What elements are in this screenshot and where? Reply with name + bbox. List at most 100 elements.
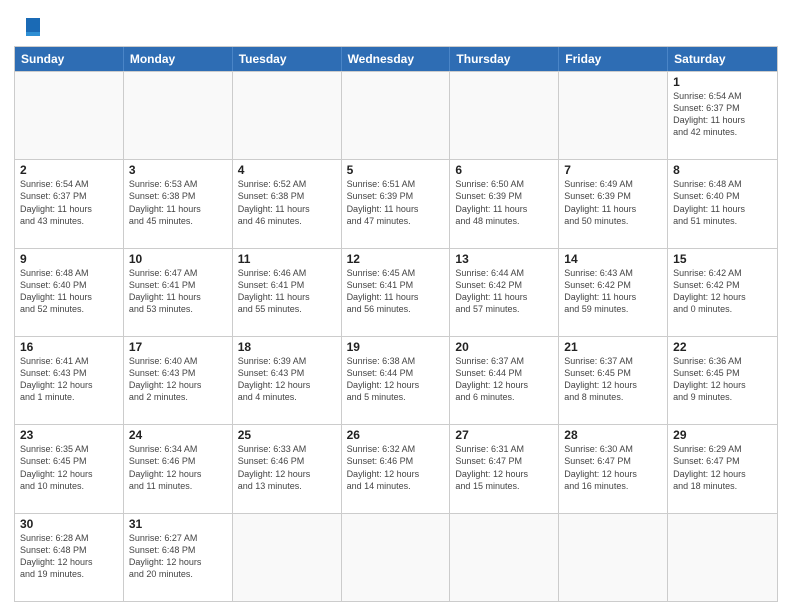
day-info: Sunrise: 6:32 AM Sunset: 6:46 PM Dayligh… <box>347 443 445 492</box>
day-number: 18 <box>238 340 336 354</box>
calendar-cell-w4-d1: 16Sunrise: 6:41 AM Sunset: 6:43 PM Dayli… <box>15 337 124 424</box>
day-number: 11 <box>238 252 336 266</box>
calendar-header: Sunday Monday Tuesday Wednesday Thursday… <box>15 47 777 71</box>
calendar-cell-w6-d1: 30Sunrise: 6:28 AM Sunset: 6:48 PM Dayli… <box>15 514 124 601</box>
calendar-cell-w4-d4: 19Sunrise: 6:38 AM Sunset: 6:44 PM Dayli… <box>342 337 451 424</box>
calendar-cell-w4-d2: 17Sunrise: 6:40 AM Sunset: 6:43 PM Dayli… <box>124 337 233 424</box>
day-number: 2 <box>20 163 118 177</box>
calendar-week-3: 9Sunrise: 6:48 AM Sunset: 6:40 PM Daylig… <box>15 248 777 336</box>
day-number: 22 <box>673 340 772 354</box>
calendar-cell-w4-d7: 22Sunrise: 6:36 AM Sunset: 6:45 PM Dayli… <box>668 337 777 424</box>
calendar-cell-w5-d3: 25Sunrise: 6:33 AM Sunset: 6:46 PM Dayli… <box>233 425 342 512</box>
day-info: Sunrise: 6:54 AM Sunset: 6:37 PM Dayligh… <box>673 90 772 139</box>
day-info: Sunrise: 6:34 AM Sunset: 6:46 PM Dayligh… <box>129 443 227 492</box>
calendar-cell-w2-d5: 6Sunrise: 6:50 AM Sunset: 6:39 PM Daylig… <box>450 160 559 247</box>
day-number: 15 <box>673 252 772 266</box>
calendar-cell-w1-d5 <box>450 72 559 159</box>
day-number: 4 <box>238 163 336 177</box>
day-number: 8 <box>673 163 772 177</box>
day-info: Sunrise: 6:43 AM Sunset: 6:42 PM Dayligh… <box>564 267 662 316</box>
calendar-week-4: 16Sunrise: 6:41 AM Sunset: 6:43 PM Dayli… <box>15 336 777 424</box>
header-wednesday: Wednesday <box>342 47 451 71</box>
calendar-cell-w3-d1: 9Sunrise: 6:48 AM Sunset: 6:40 PM Daylig… <box>15 249 124 336</box>
day-info: Sunrise: 6:29 AM Sunset: 6:47 PM Dayligh… <box>673 443 772 492</box>
day-info: Sunrise: 6:47 AM Sunset: 6:41 PM Dayligh… <box>129 267 227 316</box>
day-number: 20 <box>455 340 553 354</box>
calendar-cell-w1-d2 <box>124 72 233 159</box>
day-info: Sunrise: 6:45 AM Sunset: 6:41 PM Dayligh… <box>347 267 445 316</box>
calendar-cell-w2-d2: 3Sunrise: 6:53 AM Sunset: 6:38 PM Daylig… <box>124 160 233 247</box>
calendar-cell-w5-d6: 28Sunrise: 6:30 AM Sunset: 6:47 PM Dayli… <box>559 425 668 512</box>
calendar-cell-w1-d3 <box>233 72 342 159</box>
calendar-cell-w2-d4: 5Sunrise: 6:51 AM Sunset: 6:39 PM Daylig… <box>342 160 451 247</box>
header-monday: Monday <box>124 47 233 71</box>
calendar-cell-w3-d7: 15Sunrise: 6:42 AM Sunset: 6:42 PM Dayli… <box>668 249 777 336</box>
header-saturday: Saturday <box>668 47 777 71</box>
day-info: Sunrise: 6:53 AM Sunset: 6:38 PM Dayligh… <box>129 178 227 227</box>
calendar-cell-w3-d6: 14Sunrise: 6:43 AM Sunset: 6:42 PM Dayli… <box>559 249 668 336</box>
day-info: Sunrise: 6:51 AM Sunset: 6:39 PM Dayligh… <box>347 178 445 227</box>
calendar-cell-w6-d5 <box>450 514 559 601</box>
day-info: Sunrise: 6:28 AM Sunset: 6:48 PM Dayligh… <box>20 532 118 581</box>
day-info: Sunrise: 6:31 AM Sunset: 6:47 PM Dayligh… <box>455 443 553 492</box>
day-info: Sunrise: 6:33 AM Sunset: 6:46 PM Dayligh… <box>238 443 336 492</box>
calendar-cell-w6-d7 <box>668 514 777 601</box>
calendar-cell-w2-d1: 2Sunrise: 6:54 AM Sunset: 6:37 PM Daylig… <box>15 160 124 247</box>
calendar-cell-w6-d6 <box>559 514 668 601</box>
day-info: Sunrise: 6:44 AM Sunset: 6:42 PM Dayligh… <box>455 267 553 316</box>
logo-icon <box>18 14 44 40</box>
calendar-cell-w4-d5: 20Sunrise: 6:37 AM Sunset: 6:44 PM Dayli… <box>450 337 559 424</box>
header-friday: Friday <box>559 47 668 71</box>
day-number: 24 <box>129 428 227 442</box>
calendar-cell-w3-d3: 11Sunrise: 6:46 AM Sunset: 6:41 PM Dayli… <box>233 249 342 336</box>
day-info: Sunrise: 6:40 AM Sunset: 6:43 PM Dayligh… <box>129 355 227 404</box>
day-number: 17 <box>129 340 227 354</box>
day-number: 14 <box>564 252 662 266</box>
calendar-cell-w5-d4: 26Sunrise: 6:32 AM Sunset: 6:46 PM Dayli… <box>342 425 451 512</box>
calendar-week-1: 1Sunrise: 6:54 AM Sunset: 6:37 PM Daylig… <box>15 71 777 159</box>
calendar-week-6: 30Sunrise: 6:28 AM Sunset: 6:48 PM Dayli… <box>15 513 777 601</box>
calendar-cell-w4-d6: 21Sunrise: 6:37 AM Sunset: 6:45 PM Dayli… <box>559 337 668 424</box>
day-info: Sunrise: 6:38 AM Sunset: 6:44 PM Dayligh… <box>347 355 445 404</box>
day-number: 27 <box>455 428 553 442</box>
day-number: 13 <box>455 252 553 266</box>
calendar: Sunday Monday Tuesday Wednesday Thursday… <box>14 46 778 602</box>
calendar-cell-w2-d7: 8Sunrise: 6:48 AM Sunset: 6:40 PM Daylig… <box>668 160 777 247</box>
calendar-cell-w6-d2: 31Sunrise: 6:27 AM Sunset: 6:48 PM Dayli… <box>124 514 233 601</box>
day-number: 28 <box>564 428 662 442</box>
day-number: 23 <box>20 428 118 442</box>
calendar-cell-w1-d1 <box>15 72 124 159</box>
calendar-cell-w1-d7: 1Sunrise: 6:54 AM Sunset: 6:37 PM Daylig… <box>668 72 777 159</box>
day-number: 5 <box>347 163 445 177</box>
day-info: Sunrise: 6:52 AM Sunset: 6:38 PM Dayligh… <box>238 178 336 227</box>
calendar-cell-w6-d4 <box>342 514 451 601</box>
day-info: Sunrise: 6:48 AM Sunset: 6:40 PM Dayligh… <box>20 267 118 316</box>
day-info: Sunrise: 6:50 AM Sunset: 6:39 PM Dayligh… <box>455 178 553 227</box>
day-info: Sunrise: 6:27 AM Sunset: 6:48 PM Dayligh… <box>129 532 227 581</box>
day-number: 10 <box>129 252 227 266</box>
calendar-cell-w1-d4 <box>342 72 451 159</box>
day-info: Sunrise: 6:37 AM Sunset: 6:44 PM Dayligh… <box>455 355 553 404</box>
calendar-week-2: 2Sunrise: 6:54 AM Sunset: 6:37 PM Daylig… <box>15 159 777 247</box>
header-sunday: Sunday <box>15 47 124 71</box>
logo <box>14 14 44 40</box>
calendar-cell-w6-d3 <box>233 514 342 601</box>
day-number: 9 <box>20 252 118 266</box>
day-info: Sunrise: 6:48 AM Sunset: 6:40 PM Dayligh… <box>673 178 772 227</box>
day-info: Sunrise: 6:42 AM Sunset: 6:42 PM Dayligh… <box>673 267 772 316</box>
header-tuesday: Tuesday <box>233 47 342 71</box>
day-number: 3 <box>129 163 227 177</box>
calendar-cell-w2-d6: 7Sunrise: 6:49 AM Sunset: 6:39 PM Daylig… <box>559 160 668 247</box>
calendar-cell-w2-d3: 4Sunrise: 6:52 AM Sunset: 6:38 PM Daylig… <box>233 160 342 247</box>
calendar-cell-w5-d7: 29Sunrise: 6:29 AM Sunset: 6:47 PM Dayli… <box>668 425 777 512</box>
day-info: Sunrise: 6:41 AM Sunset: 6:43 PM Dayligh… <box>20 355 118 404</box>
day-number: 7 <box>564 163 662 177</box>
calendar-cell-w5-d5: 27Sunrise: 6:31 AM Sunset: 6:47 PM Dayli… <box>450 425 559 512</box>
day-info: Sunrise: 6:35 AM Sunset: 6:45 PM Dayligh… <box>20 443 118 492</box>
day-number: 31 <box>129 517 227 531</box>
day-number: 19 <box>347 340 445 354</box>
day-number: 1 <box>673 75 772 89</box>
calendar-cell-w4-d3: 18Sunrise: 6:39 AM Sunset: 6:43 PM Dayli… <box>233 337 342 424</box>
calendar-body: 1Sunrise: 6:54 AM Sunset: 6:37 PM Daylig… <box>15 71 777 601</box>
header-thursday: Thursday <box>450 47 559 71</box>
